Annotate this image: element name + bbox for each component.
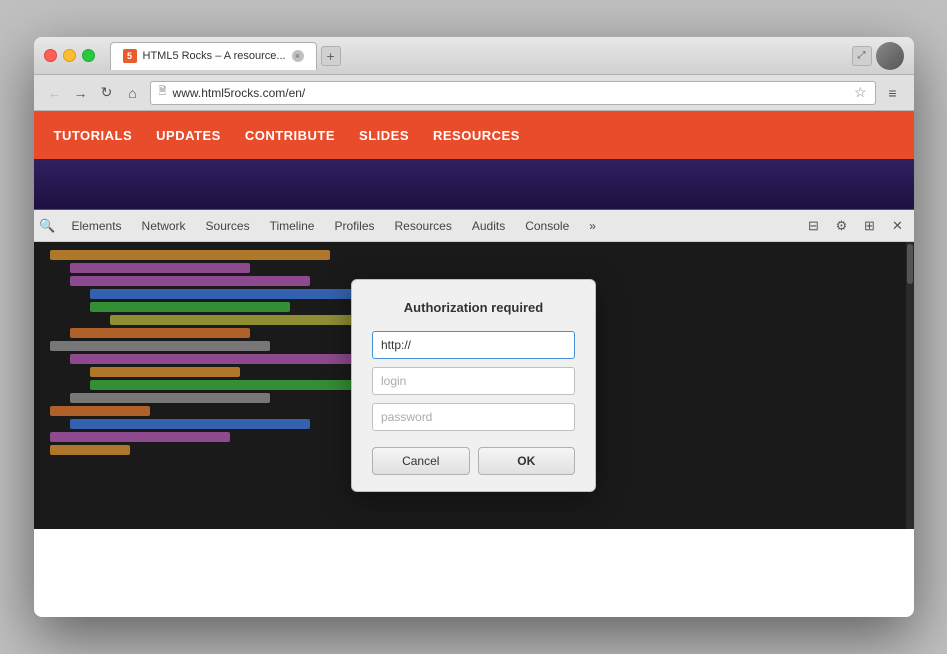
back-icon: ←: [48, 85, 62, 101]
tab-area: 5 HTML5 Rocks – A resource... × +: [110, 42, 852, 70]
auth-login-input[interactable]: [372, 367, 575, 395]
auth-cancel-button[interactable]: Cancel: [372, 447, 470, 475]
site-hero: [34, 159, 914, 209]
devtools-settings-btn[interactable]: ⚙: [830, 214, 854, 238]
home-button[interactable]: ⌂: [120, 80, 146, 106]
bookmark-icon[interactable]: ☆: [854, 84, 867, 101]
auth-url-input[interactable]: [372, 331, 575, 359]
reload-button[interactable]: ↻: [94, 80, 120, 106]
close-icon: ✕: [892, 218, 903, 234]
devtools-tab-profiles[interactable]: Profiles: [324, 210, 384, 242]
auth-ok-button[interactable]: OK: [478, 447, 576, 475]
layout-icon: ⊞: [864, 218, 875, 234]
auth-password-input[interactable]: [372, 403, 575, 431]
console-icon: ⊟: [808, 218, 819, 234]
maximize-window-button[interactable]: [82, 49, 95, 62]
traffic-lights: [44, 49, 95, 62]
close-window-button[interactable]: [44, 49, 57, 62]
devtools-toolbar-right: ⊟ ⚙ ⊞ ✕: [802, 214, 914, 238]
auth-dialog-title: Authorization required: [372, 300, 575, 315]
reload-icon: ↻: [101, 84, 113, 101]
settings-icon: ⚙: [836, 218, 848, 234]
devtools-tab-network[interactable]: Network: [132, 210, 196, 242]
web-content: TUTORIALS UPDATES CONTRIBUTE SLIDES RESO…: [34, 111, 914, 617]
expand-icon: ⤢: [858, 50, 866, 61]
forward-icon: →: [74, 85, 88, 101]
navigation-bar: ← → ↻ ⌂ 🗎 www.html5rocks.com/en/ ☆ ≡: [34, 75, 914, 111]
forward-button[interactable]: →: [68, 80, 94, 106]
devtools-layout-btn[interactable]: ⊞: [858, 214, 882, 238]
nav-contribute[interactable]: CONTRIBUTE: [245, 128, 335, 143]
home-icon: ⌂: [128, 85, 136, 101]
devtools-tab-elements[interactable]: Elements: [62, 210, 132, 242]
auth-dialog: Authorization required Cancel OK: [351, 279, 596, 492]
devtools-content: Authorization required Cancel OK: [34, 242, 914, 529]
minimize-window-button[interactable]: [63, 49, 76, 62]
nav-updates[interactable]: UPDATES: [156, 128, 221, 143]
devtools-console-btn[interactable]: ⊟: [802, 214, 826, 238]
auth-dialog-buttons: Cancel OK: [372, 447, 575, 475]
devtools-search-icon[interactable]: 🔍: [34, 218, 62, 234]
page-icon: 🗎: [159, 84, 167, 101]
devtools-tab-sources[interactable]: Sources: [196, 210, 260, 242]
site-navigation: TUTORIALS UPDATES CONTRIBUTE SLIDES RESO…: [34, 111, 914, 159]
tab-close-button[interactable]: ×: [292, 50, 304, 62]
expand-button[interactable]: ⤢: [852, 46, 872, 66]
devtools-tab-resources[interactable]: Resources: [385, 210, 462, 242]
nav-slides[interactable]: SLIDES: [359, 128, 409, 143]
tab-favicon: 5: [123, 49, 137, 63]
devtools-tab-bar: 🔍 Elements Network Sources Timeline Prof…: [34, 210, 914, 242]
devtools-tab-timeline[interactable]: Timeline: [260, 210, 325, 242]
user-avatar[interactable]: [876, 42, 904, 70]
devtools-tab-audits[interactable]: Audits: [462, 210, 515, 242]
address-bar[interactable]: 🗎 www.html5rocks.com/en/ ☆: [150, 81, 876, 105]
devtools-panel: 🔍 Elements Network Sources Timeline Prof…: [34, 209, 914, 529]
url-display: www.html5rocks.com/en/: [173, 86, 306, 100]
devtools-close-btn[interactable]: ✕: [886, 214, 910, 238]
nav-right-buttons: ≡: [880, 80, 906, 106]
window-controls-right: ⤢: [852, 42, 904, 70]
back-button[interactable]: ←: [42, 80, 68, 106]
devtools-tab-console[interactable]: Console: [515, 210, 579, 242]
nav-resources[interactable]: RESOURCES: [433, 128, 520, 143]
new-tab-button[interactable]: +: [321, 46, 341, 66]
dialog-overlay: Authorization required Cancel OK: [34, 242, 914, 529]
nav-tutorials[interactable]: TUTORIALS: [54, 128, 133, 143]
title-bar: 5 HTML5 Rocks – A resource... × + ⤢: [34, 37, 914, 75]
tab-title: HTML5 Rocks – A resource...: [143, 50, 286, 62]
browser-window: 5 HTML5 Rocks – A resource... × + ⤢ ← → …: [34, 37, 914, 617]
menu-button[interactable]: ≡: [880, 80, 906, 106]
more-icon: ≡: [888, 85, 896, 101]
devtools-tab-more[interactable]: »: [579, 210, 606, 242]
browser-tab-active[interactable]: 5 HTML5 Rocks – A resource... ×: [110, 42, 317, 70]
